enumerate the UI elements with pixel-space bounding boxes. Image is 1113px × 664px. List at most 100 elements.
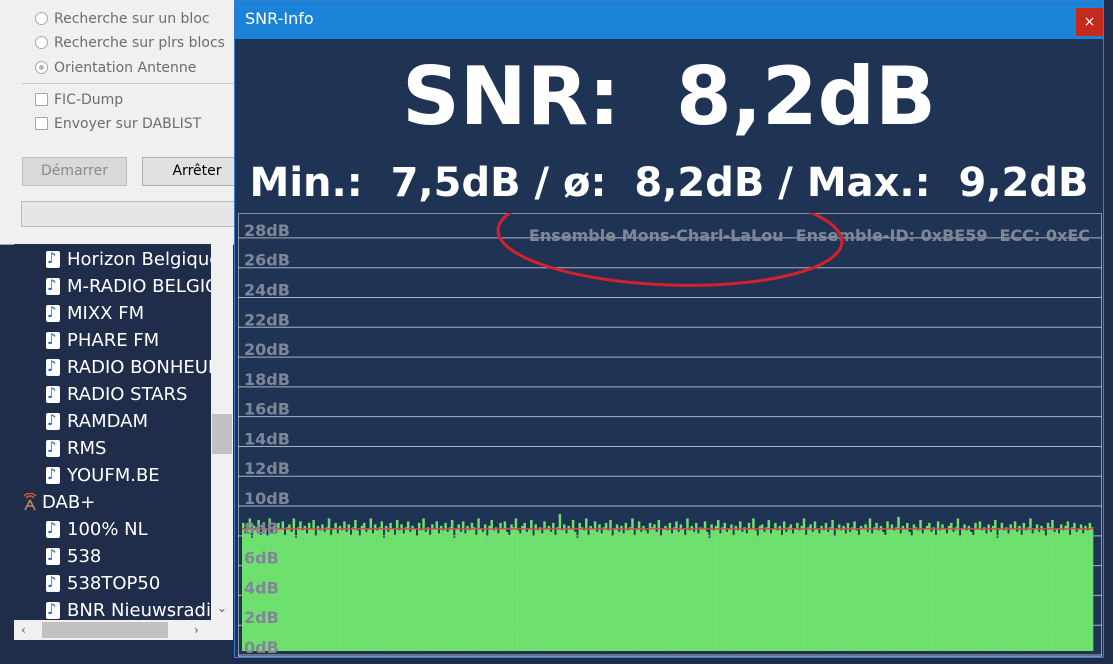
- checkbox-label: FIC-Dump: [54, 92, 124, 108]
- music-note-icon: [46, 305, 60, 322]
- radio-icon[interactable]: [35, 12, 48, 25]
- snr-bar: [688, 530, 691, 651]
- vertical-scrollbar[interactable]: ⌄: [211, 244, 233, 620]
- tree-group-dabplus[interactable]: DAB+: [22, 489, 95, 516]
- snr-bar: [459, 531, 463, 651]
- snr-bar: [873, 527, 876, 651]
- station-item[interactable]: RADIO STARS: [46, 381, 187, 408]
- snr-bar: [431, 524, 434, 651]
- radio-icon[interactable]: [35, 61, 48, 74]
- chevron-down-icon[interactable]: ⌄: [217, 600, 227, 616]
- snr-bar: [1038, 531, 1041, 651]
- snr-bar: [325, 527, 329, 651]
- snr-bar: [774, 522, 777, 651]
- snr-bar: [598, 524, 601, 651]
- snr-bar: [747, 522, 751, 651]
- snr-bar: [989, 531, 993, 651]
- snr-bar: [307, 522, 311, 651]
- station-item[interactable]: Horizon Belgique: [46, 246, 220, 273]
- snr-bar: [543, 521, 546, 651]
- snr-info-window: SNR-Info × SNR: 8,2dB Min.: 7,5dB / ø: 8…: [234, 0, 1104, 658]
- snr-bar: [791, 533, 795, 651]
- snr-bar: [1062, 530, 1065, 651]
- snr-bar: [420, 530, 423, 651]
- snr-bar: [745, 533, 749, 651]
- station-item[interactable]: 100% NL: [46, 516, 148, 543]
- checkbox-icon[interactable]: [35, 117, 48, 130]
- checkbox-dablist[interactable]: Envoyer sur DABLIST: [35, 114, 201, 134]
- station-item[interactable]: PHARE FM: [46, 327, 159, 354]
- y-tick-label: 6dB: [244, 549, 279, 568]
- chevron-right-icon[interactable]: ›: [194, 622, 199, 638]
- y-tick-label: 16dB: [244, 400, 290, 419]
- checkbox-fic-dump[interactable]: FIC-Dump: [35, 90, 123, 110]
- radio-multi-block[interactable]: Recherche sur plrs blocs: [35, 33, 225, 53]
- music-note-icon: [46, 359, 60, 376]
- snr-bar: [859, 525, 863, 651]
- ensemble-info: Ensemble Mons-Charl-LaLou Ensemble-ID: 0x…: [529, 226, 1090, 245]
- snr-bar: [868, 518, 872, 651]
- snr-bar: [1029, 518, 1032, 651]
- snr-bar: [567, 525, 570, 651]
- snr-bar: [1027, 527, 1030, 651]
- station-label: Horizon Belgique: [67, 249, 221, 270]
- snr-bar: [299, 521, 302, 651]
- snr-bar: [987, 524, 990, 651]
- music-note-icon: [46, 575, 60, 592]
- station-item[interactable]: RMS: [46, 435, 106, 462]
- snr-bar: [292, 518, 296, 651]
- music-note-icon: [46, 278, 60, 295]
- station-item[interactable]: M-RADIO BELGIQUE: [46, 273, 233, 300]
- snr-bar: [965, 530, 968, 651]
- station-label: M-RADIO BELGIQUE: [67, 276, 233, 297]
- snr-bar: [285, 527, 289, 651]
- snr-bar: [457, 524, 460, 651]
- snr-bar: [602, 527, 606, 651]
- snr-bar: [914, 527, 918, 651]
- snr-bar: [316, 525, 320, 651]
- snr-bar: [888, 528, 891, 651]
- radio-label: Recherche sur plrs blocs: [54, 35, 225, 51]
- snr-bar: [686, 518, 689, 651]
- snr-bar: [393, 534, 397, 651]
- radio-single-block[interactable]: Recherche sur un bloc: [35, 9, 210, 29]
- snr-bar: [455, 528, 458, 651]
- snr-bar: [505, 531, 509, 651]
- station-item[interactable]: RAMDAM: [46, 408, 148, 435]
- scrollbar-thumb[interactable]: [212, 414, 232, 454]
- snr-bar: [644, 530, 647, 651]
- radio-antenna-orientation[interactable]: Orientation Antenne: [35, 58, 196, 78]
- snr-bar: [705, 531, 709, 651]
- snr-bar: [921, 533, 924, 651]
- station-label: RADIO BONHEUR: [67, 357, 221, 378]
- close-button[interactable]: ×: [1076, 8, 1103, 36]
- horizontal-scrollbar[interactable]: ‹ ›: [14, 620, 233, 640]
- start-button[interactable]: Démarrer: [22, 157, 127, 186]
- snr-bar: [699, 527, 702, 651]
- stop-button[interactable]: Arrêter: [142, 157, 236, 186]
- snr-bar: [899, 533, 902, 651]
- snr-bar: [336, 533, 340, 651]
- title-bar[interactable]: SNR-Info ×: [235, 1, 1103, 39]
- station-item[interactable]: 538TOP50: [46, 570, 160, 597]
- snr-bar: [387, 531, 390, 651]
- chevron-left-icon[interactable]: ‹: [21, 622, 26, 638]
- station-item[interactable]: 538: [46, 543, 101, 570]
- station-item[interactable]: MIXX FM: [46, 300, 144, 327]
- snr-bar: [446, 531, 449, 651]
- snr-bar: [655, 531, 658, 651]
- radio-icon[interactable]: [35, 36, 48, 49]
- snr-bar: [340, 530, 344, 651]
- snr-bar: [424, 531, 428, 651]
- station-item[interactable]: RADIO BONHEUR: [46, 354, 220, 381]
- snr-bar: [763, 531, 766, 651]
- snr-bar: [785, 531, 788, 651]
- snr-bar: [831, 519, 834, 651]
- music-note-icon: [46, 440, 60, 457]
- scrollbar-thumb[interactable]: [42, 622, 168, 638]
- station-item[interactable]: YOUFM.BE: [46, 462, 160, 489]
- station-label: 538: [67, 546, 102, 567]
- snr-bar: [853, 521, 856, 651]
- snr-bar: [415, 536, 419, 651]
- checkbox-icon[interactable]: [35, 93, 48, 106]
